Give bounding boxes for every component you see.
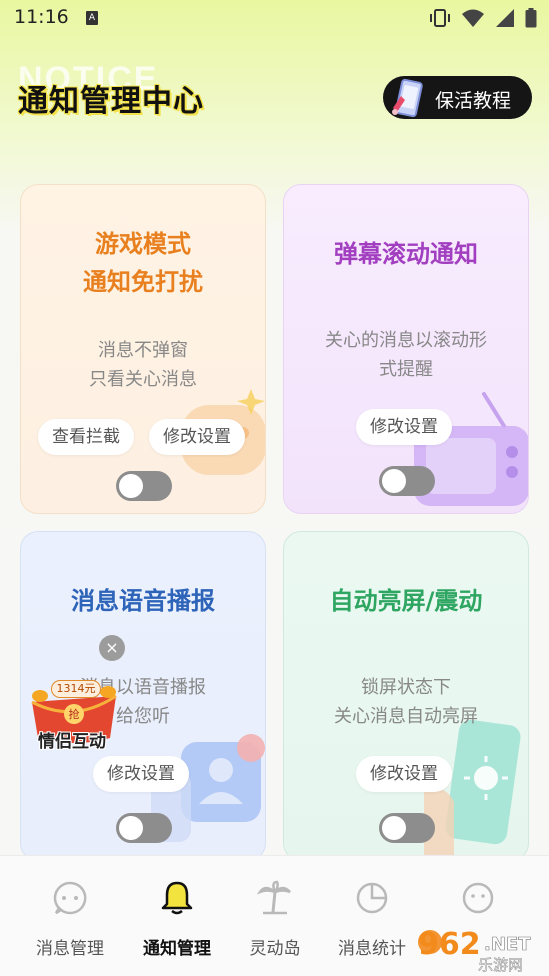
page-title: 通知管理中心 <box>18 84 204 119</box>
game-mode-toggle[interactable] <box>116 471 172 501</box>
voice-broadcast-toggle[interactable] <box>116 813 172 843</box>
notification-indicator-icon: A <box>86 11 98 25</box>
toggle-knob <box>382 469 406 493</box>
nav-item-dynamic-island[interactable]: 灵动岛 <box>225 856 325 976</box>
nav-label: 消息统计 <box>338 939 406 959</box>
status-icons <box>429 8 537 28</box>
tutorial-button[interactable]: 保活教程 <box>383 76 532 119</box>
palm-tree-icon <box>257 880 291 915</box>
nav-item-message-stats[interactable]: 消息统计 <box>322 856 422 976</box>
toggle-knob <box>119 474 143 498</box>
face-icon <box>462 882 494 914</box>
nav-item-message-management[interactable]: 消息管理 <box>20 856 120 976</box>
bell-icon <box>161 881 193 915</box>
card-desc-line-2: 只看关心消息 <box>89 369 197 390</box>
wifi-icon <box>462 9 484 27</box>
battery-icon <box>525 8 537 28</box>
nav-label: 灵动岛 <box>249 939 301 959</box>
card-barrage-notice: 弹幕滚动通知 关心的消息以滚动形 式提醒 修改设置 <box>283 184 529 514</box>
watermark-number: 962 <box>418 927 481 962</box>
nav-label: 通知管理 <box>143 939 211 959</box>
tutorial-button-label: 保活教程 <box>435 90 512 112</box>
ad-grab-char: 抢 <box>69 707 80 721</box>
card-game-mode: 游戏模式 通知免打扰 消息不弹窗 只看关心消息 查看拦截 修改设置 <box>20 184 266 514</box>
card-desc-line-1: 关心的消息以滚动形 <box>325 330 487 351</box>
toggle-knob <box>382 816 406 840</box>
header-title-group: NOTICE 通知管理中心 <box>18 60 218 126</box>
pie-chart-icon <box>356 882 388 914</box>
modify-settings-button[interactable]: 修改设置 <box>93 756 189 792</box>
site-watermark-logo: 962 .NET 乐游网 <box>418 927 531 972</box>
status-bar: 11:16 A <box>0 0 549 36</box>
vibrate-icon <box>430 9 450 27</box>
card-desc-line-1: 锁屏状态下 <box>361 677 451 698</box>
card-desc-line-2: 式提醒 <box>379 359 433 380</box>
ad-close-button[interactable]: × <box>99 635 125 661</box>
auto-wake-toggle[interactable] <box>379 813 435 843</box>
toggle-knob <box>119 816 143 840</box>
card-title: 自动亮屏/震动 <box>329 587 483 615</box>
barrage-toggle[interactable] <box>379 466 435 496</box>
card-auto-wake: 自动亮屏/震动 锁屏状态下 关心消息自动亮屏 修改设置 <box>283 531 529 861</box>
modify-settings-button[interactable]: 修改设置 <box>356 409 452 445</box>
modify-settings-button[interactable]: 修改设置 <box>149 419 245 455</box>
ad-price-tag: 1314元 <box>51 680 101 698</box>
card-title: 消息语音播报 <box>71 587 215 615</box>
card-desc-line-1: 消息不弹窗 <box>98 340 188 361</box>
card-title-line-2: 通知免打扰 <box>83 268 203 296</box>
ad-label[interactable]: 情侣互动 <box>38 727 106 752</box>
nav-item-notification-management[interactable]: 通知管理 <box>127 856 227 976</box>
modify-settings-button[interactable]: 修改设置 <box>356 756 452 792</box>
status-time: 11:16 <box>14 6 69 28</box>
card-desc-line-2: 关心消息自动亮屏 <box>334 706 478 727</box>
watermark-sub: 乐游网 <box>478 956 523 972</box>
phone-clean-icon <box>392 78 423 118</box>
nav-label: 消息管理 <box>36 939 104 959</box>
chat-bubble-icon <box>53 881 87 915</box>
card-title-line-1: 游戏模式 <box>95 230 191 258</box>
watermark-suffix: .NET <box>484 934 531 955</box>
card-title: 弹幕滚动通知 <box>334 240 478 268</box>
signal-icon <box>496 9 514 27</box>
view-blocked-button[interactable]: 查看拦截 <box>38 419 134 455</box>
